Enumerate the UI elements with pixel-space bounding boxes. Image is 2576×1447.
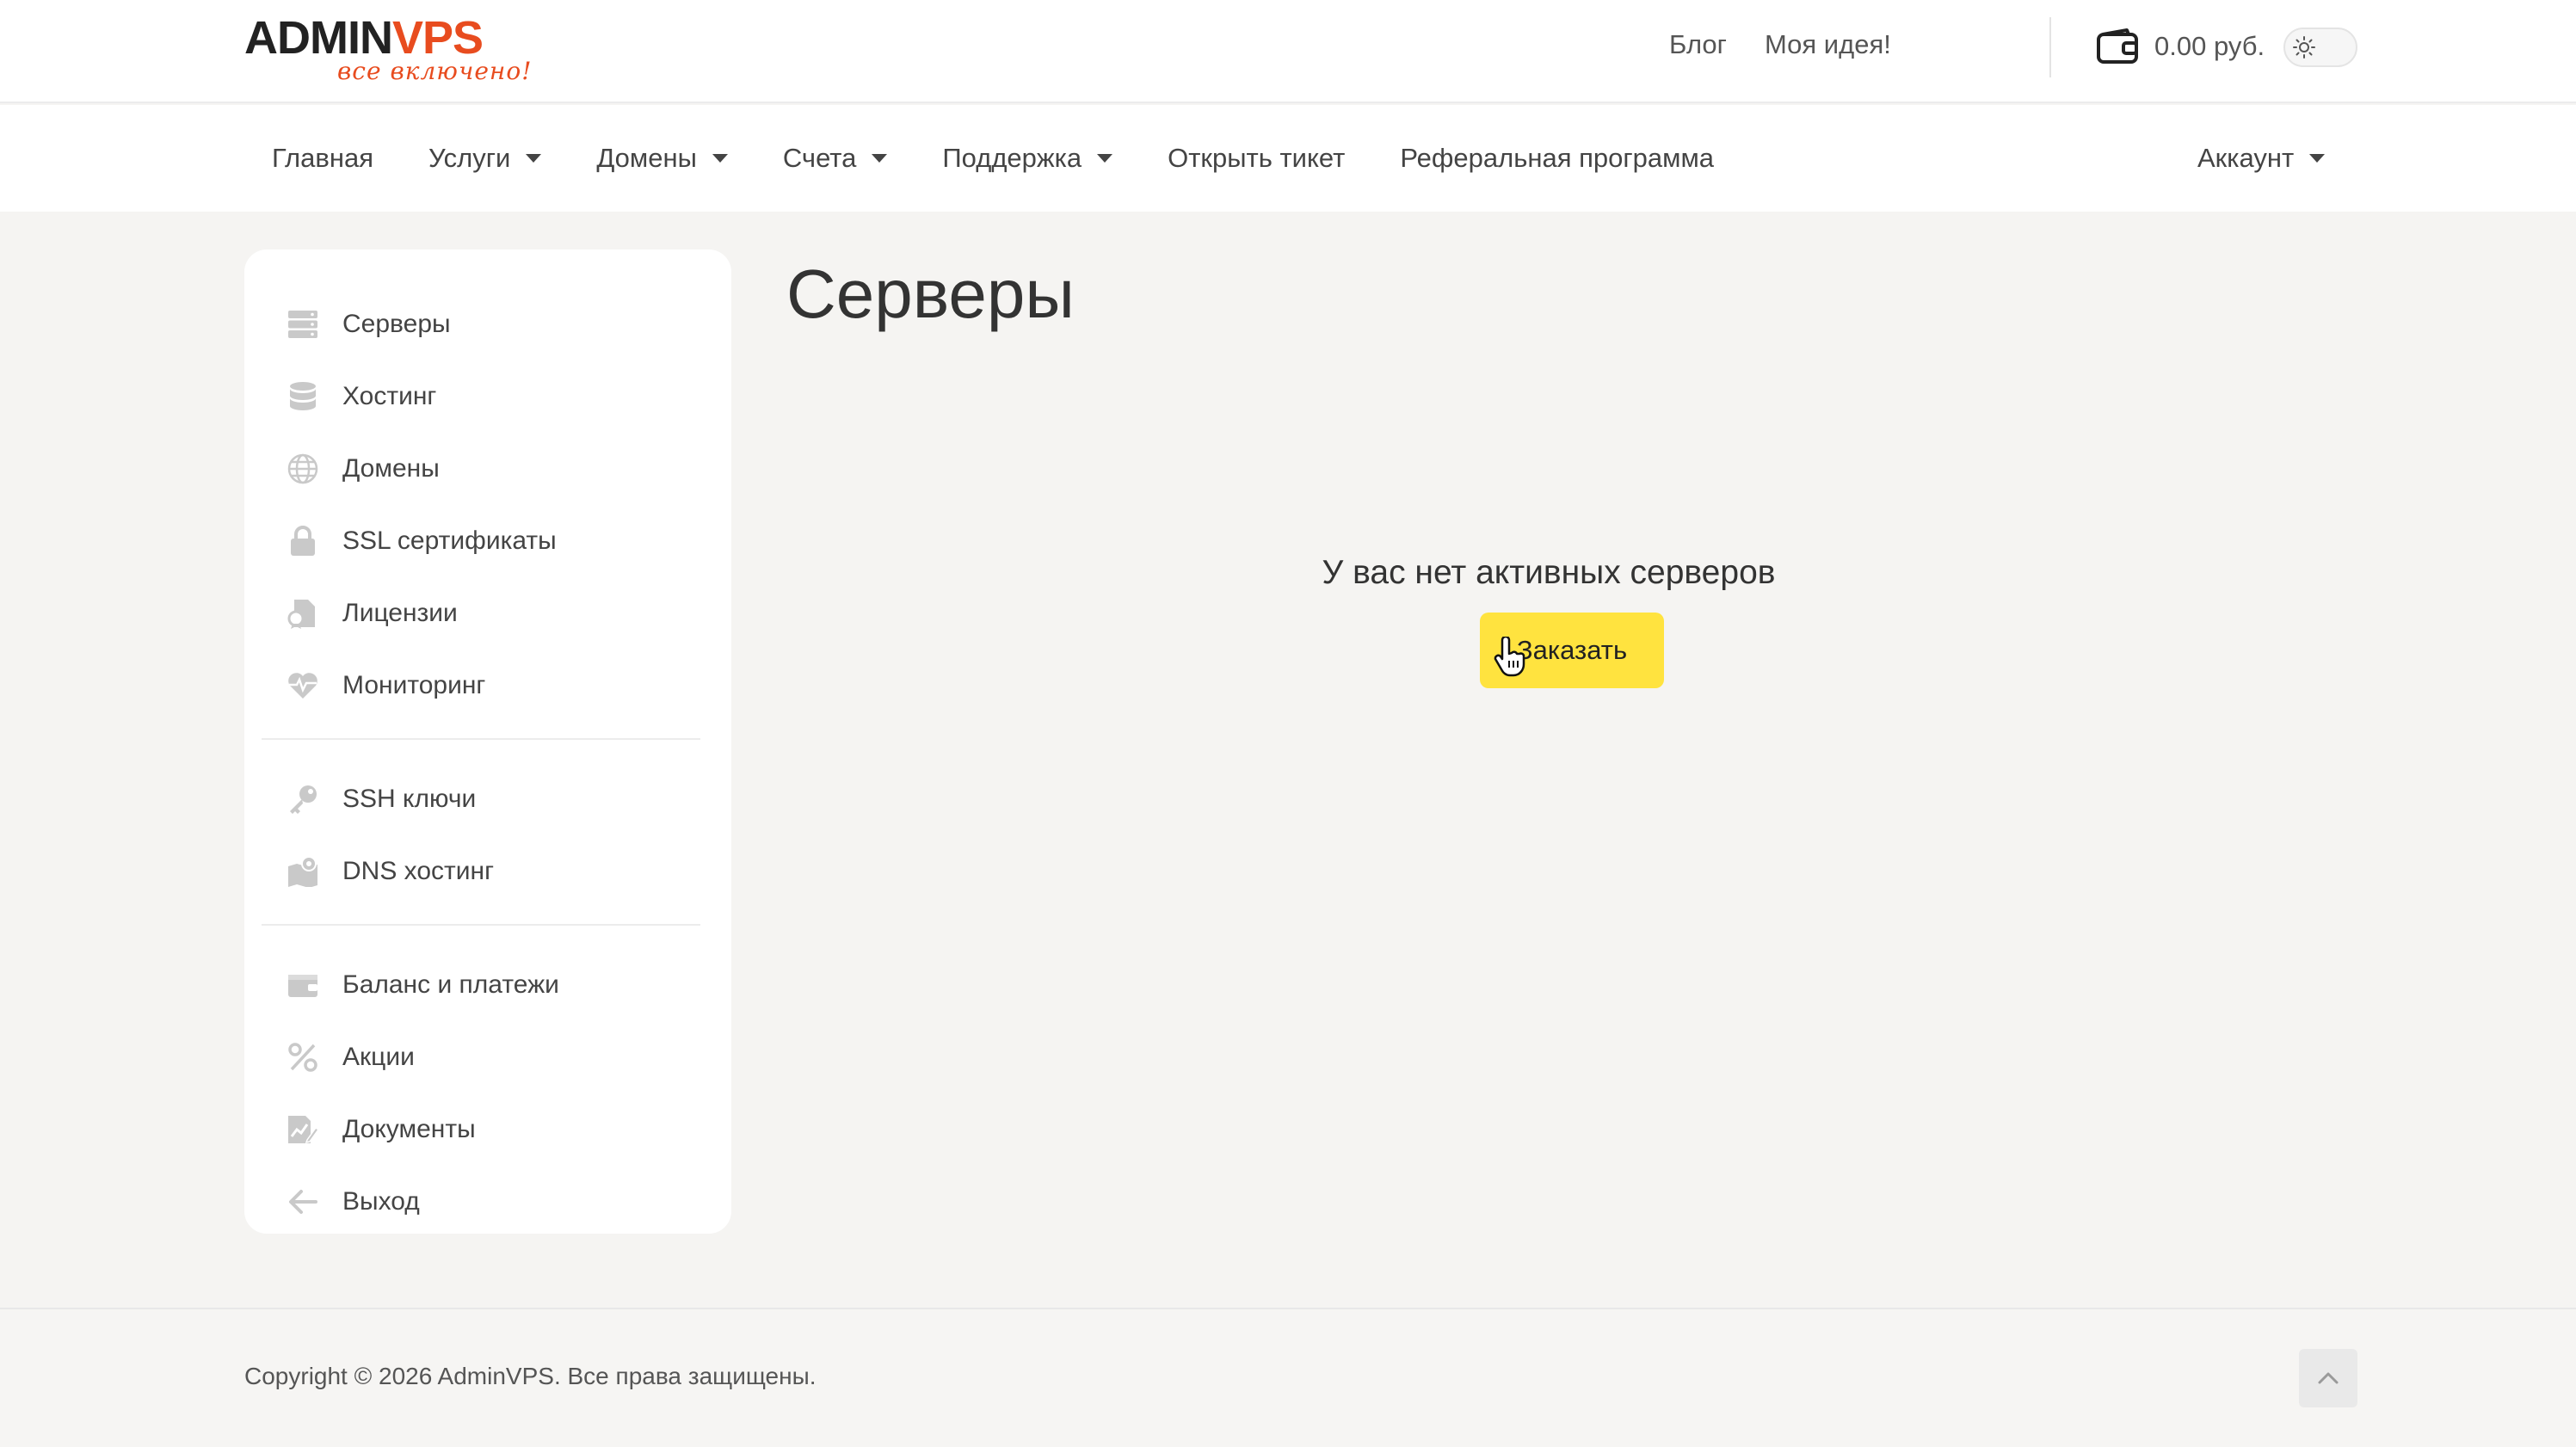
nav-account[interactable]: Аккаунт bbox=[2197, 105, 2326, 212]
sidebar-item-label: Акции bbox=[342, 1043, 415, 1071]
sidebar-item-label: Хостинг bbox=[342, 382, 437, 410]
globe-icon bbox=[286, 452, 320, 486]
dns-map-icon bbox=[286, 854, 320, 889]
nav-referral[interactable]: Реферальная программа bbox=[1400, 143, 1714, 174]
sun-icon bbox=[2290, 34, 2318, 61]
sidebar-item-logout[interactable]: Выход bbox=[286, 1180, 420, 1223]
sidebar-item-promotions[interactable]: Акции bbox=[286, 1036, 415, 1079]
caret-down-icon bbox=[526, 154, 542, 163]
percent-icon bbox=[286, 1040, 320, 1074]
chevron-up-icon bbox=[2318, 1372, 2339, 1384]
lock-icon bbox=[286, 524, 320, 558]
sidebar-item-ssl[interactable]: SSL сертификаты bbox=[286, 520, 557, 563]
sidebar-item-ssh-keys[interactable]: SSH ключи bbox=[286, 778, 476, 821]
sidebar-item-licenses[interactable]: Лицензии bbox=[286, 592, 458, 635]
sidebar-item-label: Баланс и платежи bbox=[342, 970, 559, 999]
database-icon bbox=[286, 379, 320, 414]
sidebar-divider bbox=[262, 924, 700, 926]
license-icon bbox=[286, 596, 320, 631]
hand-pointer-icon bbox=[1494, 637, 1525, 677]
sidebar-item-monitoring[interactable]: Мониторинг bbox=[286, 664, 485, 707]
key-icon bbox=[286, 782, 320, 816]
theme-toggle[interactable] bbox=[2283, 28, 2357, 67]
account-balance[interactable]: 0.00 руб. bbox=[2154, 31, 2265, 62]
copyright-text: Copyright © 2026 AdminVPS. Все права защ… bbox=[244, 1363, 817, 1389]
sidebar-item-label: DNS хостинг bbox=[342, 857, 495, 885]
my-idea-link[interactable]: Моя идея! bbox=[1765, 29, 1891, 60]
nav-menu: Главная Услуги Домены Счета Поддержка От… bbox=[272, 105, 1769, 212]
blog-link[interactable]: Блог bbox=[1669, 29, 1727, 60]
sidebar-item-label: Документы bbox=[342, 1115, 476, 1143]
scroll-to-top-button[interactable] bbox=[2299, 1349, 2357, 1407]
adminvps-logo[interactable]: ADMINVPS все включено! bbox=[244, 12, 545, 89]
caret-down-icon bbox=[2309, 154, 2326, 163]
sidebar-item-label: Мониторинг bbox=[342, 671, 486, 699]
wallet-icon bbox=[286, 968, 320, 1002]
top-divider bbox=[2049, 17, 2051, 77]
document-icon bbox=[286, 1112, 320, 1147]
caret-down-icon bbox=[1097, 154, 1113, 163]
sidebar-item-label: Лицензии bbox=[342, 599, 458, 627]
footer: Copyright © 2026 AdminVPS. Все права защ… bbox=[0, 1308, 2576, 1447]
arrow-left-icon bbox=[286, 1185, 320, 1219]
heart-pulse-icon bbox=[286, 668, 320, 703]
sidebar-item-dns-hosting[interactable]: DNS хостинг bbox=[286, 850, 494, 893]
sidebar-item-domains[interactable]: Домены bbox=[286, 447, 440, 490]
server-icon bbox=[286, 307, 320, 342]
sidebar-item-label: Домены bbox=[342, 454, 440, 483]
wallet-icon[interactable] bbox=[2096, 28, 2141, 65]
nav-home[interactable]: Главная bbox=[272, 143, 373, 174]
sidebar-item-documents[interactable]: Документы bbox=[286, 1108, 476, 1151]
logo-wordmark: ADMINVPS bbox=[244, 12, 484, 64]
logo-tagline: все включено! bbox=[337, 57, 533, 85]
sidebar: Серверы Хостинг Домены SSL сертификаты Л… bbox=[244, 249, 731, 1234]
sidebar-item-hosting[interactable]: Хостинг bbox=[286, 375, 436, 418]
nav-domains[interactable]: Домены bbox=[596, 143, 728, 174]
nav-open-ticket[interactable]: Открыть тикет bbox=[1168, 143, 1345, 174]
sidebar-item-balance[interactable]: Баланс и платежи bbox=[286, 964, 559, 1007]
sidebar-item-label: SSL сертификаты bbox=[342, 526, 557, 555]
nav-invoices[interactable]: Счета bbox=[783, 143, 888, 174]
sidebar-item-label: SSH ключи bbox=[342, 785, 477, 813]
nav-services[interactable]: Услуги bbox=[428, 143, 542, 174]
caret-down-icon bbox=[872, 154, 888, 163]
empty-state-message: У вас нет активных серверов bbox=[1322, 554, 1776, 591]
sidebar-item-label: Выход bbox=[342, 1187, 420, 1216]
sidebar-divider bbox=[262, 738, 700, 740]
page-title: Серверы bbox=[786, 256, 1075, 332]
top-links: Блог Моя идея! bbox=[1669, 29, 1891, 60]
main-navbar: Главная Услуги Домены Счета Поддержка От… bbox=[0, 105, 2576, 212]
top-bar: ADMINVPS все включено! Блог Моя идея! 0.… bbox=[0, 0, 2576, 103]
caret-down-icon bbox=[712, 154, 728, 163]
sidebar-item-servers[interactable]: Серверы bbox=[286, 303, 451, 346]
sidebar-item-label: Серверы bbox=[342, 310, 451, 338]
nav-support[interactable]: Поддержка bbox=[942, 143, 1113, 174]
